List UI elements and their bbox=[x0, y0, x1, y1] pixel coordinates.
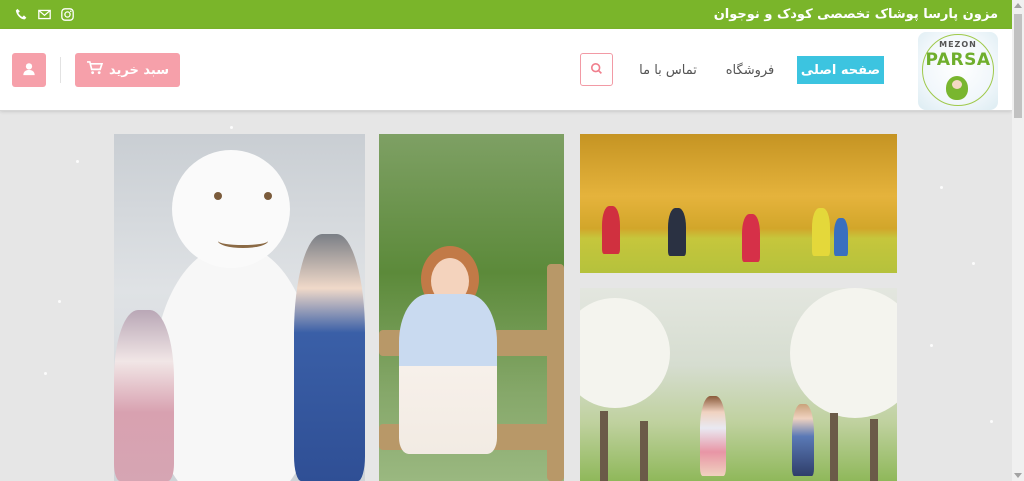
snowflake bbox=[990, 420, 993, 423]
search-button[interactable] bbox=[580, 53, 613, 86]
nav-home[interactable]: صفحه اصلی bbox=[797, 56, 884, 84]
search-icon bbox=[590, 60, 603, 79]
phone-icon[interactable] bbox=[14, 8, 28, 22]
snowflake bbox=[76, 160, 79, 163]
children-running-autumn-park-photo[interactable] bbox=[580, 134, 897, 273]
snowflake bbox=[230, 126, 233, 129]
runner-child bbox=[742, 214, 760, 262]
mail-icon[interactable] bbox=[37, 8, 51, 22]
children-with-snowman-photo[interactable] bbox=[114, 134, 365, 481]
snowman-eye bbox=[214, 192, 222, 200]
tree-trunk bbox=[870, 419, 878, 481]
girl-dress bbox=[399, 294, 497, 454]
logo-main-text: PARSA bbox=[925, 50, 991, 70]
snowman-body bbox=[154, 244, 314, 481]
header-divider bbox=[60, 57, 61, 83]
blossom-tree bbox=[790, 288, 897, 418]
top-bar: مزون پارسا پوشاک تخصصی کودک و نوجوان bbox=[0, 0, 1012, 29]
boy-running bbox=[792, 404, 814, 476]
tree-trunk bbox=[600, 411, 608, 481]
user-account-button[interactable] bbox=[12, 53, 46, 87]
snowflake bbox=[58, 300, 61, 303]
instagram-icon[interactable] bbox=[60, 8, 74, 22]
girl-leaning-on-fence-photo[interactable] bbox=[379, 134, 564, 481]
site-tagline: مزون پارسا پوشاک تخصصی کودک و نوجوان bbox=[713, 7, 998, 22]
nav-contact-us[interactable]: تماس با ما bbox=[634, 56, 702, 84]
user-icon bbox=[22, 61, 36, 80]
logo-baby-icon bbox=[946, 76, 968, 100]
snowflake bbox=[930, 344, 933, 347]
blossom-tree bbox=[580, 298, 670, 408]
scroll-thumb[interactable] bbox=[1014, 14, 1022, 118]
child-right bbox=[294, 234, 365, 481]
snowflake bbox=[972, 262, 975, 265]
runner-child bbox=[668, 208, 686, 256]
snowman-mouth bbox=[218, 234, 268, 248]
page-scrollbar[interactable] bbox=[1012, 0, 1024, 481]
children-running-blossom-orchard-photo[interactable] bbox=[580, 288, 897, 481]
snowflake bbox=[940, 186, 943, 189]
site-logo[interactable]: MEZON PARSA bbox=[918, 32, 998, 110]
fence-post bbox=[547, 264, 564, 481]
runner-child bbox=[812, 208, 830, 256]
snowman-eye bbox=[264, 192, 272, 200]
runner-child bbox=[834, 218, 848, 256]
nav-shop[interactable]: فروشگاه bbox=[722, 56, 778, 84]
tree-trunk bbox=[830, 413, 838, 481]
scroll-down-arrow-icon[interactable] bbox=[1014, 473, 1022, 478]
snowflake bbox=[44, 372, 47, 375]
runner-child bbox=[602, 206, 620, 254]
cart-label: سبد خرید bbox=[109, 62, 169, 78]
child-left bbox=[114, 310, 174, 481]
girl-running bbox=[700, 396, 726, 476]
contact-icons bbox=[14, 8, 74, 22]
snowman-head bbox=[172, 150, 290, 268]
cart-icon bbox=[86, 61, 104, 79]
cart-button[interactable]: سبد خرید bbox=[75, 53, 180, 87]
logo-top-text: MEZON bbox=[939, 40, 977, 49]
tree-trunk bbox=[640, 421, 648, 481]
scroll-up-arrow-icon[interactable] bbox=[1014, 3, 1022, 8]
main-header: سبد خرید تماس با ما فروشگاه صفحه اصلی bbox=[0, 29, 1012, 111]
